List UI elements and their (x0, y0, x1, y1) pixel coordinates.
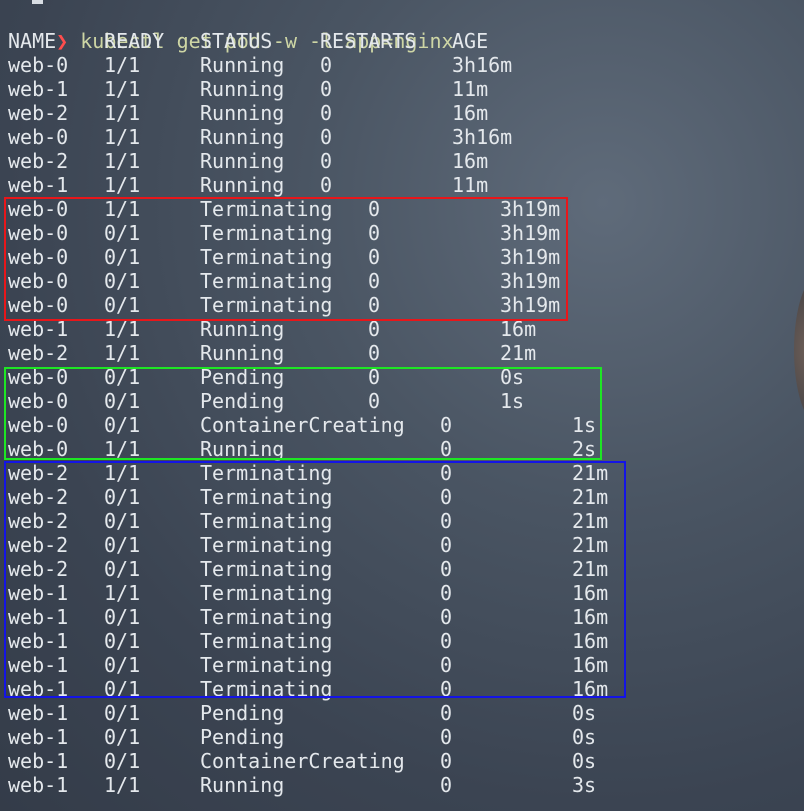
table-row: web-2 1/1 Running 0 16m (0, 101, 804, 125)
table-row: web-1 0/1 Pending 0 0s (0, 701, 804, 725)
cell-ready: 1/1 (104, 101, 141, 125)
table-row: web-2 1/1 Running 0 16m (0, 149, 804, 173)
cell-ready: 0/1 (104, 701, 141, 725)
cell-name: web-2 (8, 341, 69, 365)
cell-name: web-1 (8, 749, 69, 773)
table-row: web-1 0/1 Pending 0 0s (0, 725, 804, 749)
cell-name: web-0 (8, 125, 69, 149)
cell-name: web-0 (8, 53, 69, 77)
header-status: STATUS (200, 29, 273, 53)
cell-age: 3s (572, 773, 597, 797)
cell-status: Running (200, 53, 285, 77)
cell-restarts: 0 (320, 53, 333, 77)
cell-age: 16m (452, 101, 489, 125)
table-row: web-1 1/1 Running 0 11m (0, 77, 804, 101)
cell-restarts: 0 (320, 149, 333, 173)
cell-age: 0s (572, 701, 597, 725)
cell-name: web-1 (8, 173, 69, 197)
cell-restarts: 0 (368, 341, 381, 365)
terminal-window[interactable]: ❯ kubectl get pod -w -l app=nginx NAME R… (0, 0, 804, 811)
cell-ready: 0/1 (104, 725, 141, 749)
cell-name: web-1 (8, 701, 69, 725)
cell-ready: 1/1 (104, 149, 141, 173)
cell-restarts: 0 (320, 77, 333, 101)
cell-status: Pending (200, 701, 285, 725)
table-row: web-0 1/1 Running 0 3h16m (0, 125, 804, 149)
cell-restarts: 0 (320, 125, 333, 149)
cell-age: 0s (572, 749, 597, 773)
cell-name: web-1 (8, 77, 69, 101)
cell-ready: 1/1 (104, 773, 141, 797)
cell-name: web-2 (8, 149, 69, 173)
cell-ready: 1/1 (104, 77, 141, 101)
cell-status: Running (200, 341, 285, 365)
cell-ready: 1/1 (104, 53, 141, 77)
cell-age: 21m (500, 341, 537, 365)
table-row: web-0 1/1 Running 0 3h16m (0, 53, 804, 77)
highlight-box-red (4, 197, 568, 321)
cell-name: web-2 (8, 101, 69, 125)
table-row: web-1 1/1 Running 0 11m (0, 173, 804, 197)
cell-status: Running (200, 173, 285, 197)
cell-ready: 1/1 (104, 341, 141, 365)
cell-age: 11m (452, 173, 489, 197)
cell-status: Running (200, 149, 285, 173)
cell-status: Running (200, 125, 285, 149)
cell-status: ContainerCreating (200, 749, 405, 773)
cell-age: 3h16m (452, 53, 513, 77)
table-row: web-1 0/1 ContainerCreating 0 0s (0, 749, 804, 773)
table-row: web-2 1/1 Running 0 21m (0, 341, 804, 365)
cell-status: Running (200, 773, 285, 797)
prompt-line: ❯ kubectl get pod -w -l app=nginx (8, 5, 453, 53)
table-row: web-1 1/1 Running 0 3s (0, 773, 804, 797)
cell-age: 3h16m (452, 125, 513, 149)
highlight-box-blue (4, 461, 626, 698)
cell-restarts: 0 (320, 101, 333, 125)
cell-restarts: 0 (440, 749, 453, 773)
cell-name: web-1 (8, 725, 69, 749)
cell-ready: 0/1 (104, 749, 141, 773)
header-restarts: RESTARTS (320, 29, 417, 53)
cell-status: Running (200, 77, 285, 101)
cell-ready: 1/1 (104, 173, 141, 197)
cell-status: Running (200, 101, 285, 125)
cell-restarts: 0 (440, 725, 453, 749)
header-name: NAME (8, 29, 57, 53)
cell-name: web-1 (8, 773, 69, 797)
cell-age: 16m (452, 149, 489, 173)
cursor (32, 0, 43, 4)
table-header: NAME READY STATUS RESTARTS AGE (0, 29, 804, 53)
highlight-box-green (4, 367, 602, 460)
cell-restarts: 0 (320, 173, 333, 197)
cell-ready: 1/1 (104, 125, 141, 149)
header-age: AGE (452, 29, 489, 53)
header-ready: READY (104, 29, 165, 53)
cell-status: Pending (200, 725, 285, 749)
cell-restarts: 0 (440, 773, 453, 797)
cell-age: 11m (452, 77, 489, 101)
cell-restarts: 0 (440, 701, 453, 725)
cell-age: 0s (572, 725, 597, 749)
